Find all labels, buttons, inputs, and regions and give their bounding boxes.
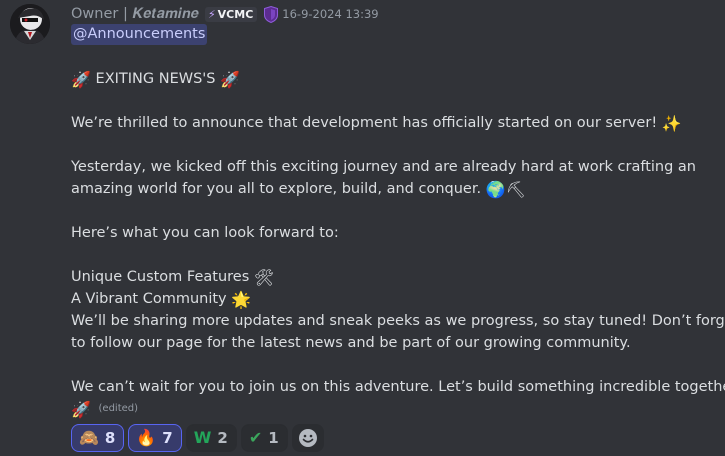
reaction-count: 7 <box>162 429 173 447</box>
message-line: We can’t wait for you to join us on this… <box>71 376 725 398</box>
role-mention[interactable]: @Announcements <box>71 24 208 45</box>
reaction-count: 1 <box>268 429 279 447</box>
message-line: Yesterday, we kicked off this exciting j… <box>71 156 696 178</box>
rocket-icon: 🚀 <box>71 70 91 89</box>
headline: 🚀 EXITING NEWS'S 🚀 <box>71 68 240 90</box>
fire-icon: 🔥 <box>136 428 157 447</box>
add-reaction-button[interactable] <box>291 424 324 452</box>
message-text: Unique Custom Features <box>71 269 250 285</box>
timestamp[interactable]: 16-9-2024 13:39 <box>282 7 378 21</box>
message-line: We’ll be sharing more updates and sneak … <box>71 310 725 332</box>
message-text: A Vibrant Community <box>71 291 227 307</box>
tools-icon: 🛠 <box>253 268 275 287</box>
reaction-fire[interactable]: 🔥 7 <box>128 424 182 452</box>
message-text: We’ll be sharing more updates and sneak … <box>71 313 725 329</box>
reaction-count: 2 <box>217 429 228 447</box>
server-tag[interactable]: ⚡ VCMC <box>204 6 258 22</box>
w-icon: W <box>193 428 212 447</box>
headline-text: EXITING NEWS'S <box>95 71 216 87</box>
server-tag-label: VCMC <box>217 7 254 21</box>
check-icon: ✔ <box>248 428 263 447</box>
star-icon: 🌟 <box>231 290 252 309</box>
monkey-icon: 🙈 <box>79 428 99 447</box>
reaction-w[interactable]: W 2 <box>185 424 237 452</box>
reaction-monkey[interactable]: 🙈 8 <box>71 424 125 452</box>
avatar[interactable] <box>10 4 50 44</box>
message-line: 🚀 (edited) <box>71 398 138 420</box>
message-text: amazing world for you all to explore, bu… <box>71 181 482 197</box>
message-header: Owner | 𝑲𝒆𝒕𝒂𝒎𝒊𝒏𝒆 ⚡ VCMC 16-9-2024 13:39 <box>71 5 379 23</box>
smiley-icon <box>298 429 317 447</box>
reaction-check[interactable]: ✔ 1 <box>240 424 288 452</box>
message-line: Unique Custom Features 🛠 <box>71 266 274 288</box>
rocket-icon: 🚀 <box>71 400 91 419</box>
message-line: to follow our page for the latest news a… <box>71 332 631 354</box>
rocket-icon: 🚀 <box>220 70 240 89</box>
message-line: amazing world for you all to explore, bu… <box>71 178 526 200</box>
message-text: Yesterday, we kicked off this exciting j… <box>71 159 696 175</box>
message-text: Here’s what you can look forward to: <box>71 225 339 241</box>
message-line: Here’s what you can look forward to: <box>71 222 339 244</box>
message-line: We’re thrilled to announce that developm… <box>71 112 682 134</box>
reaction-count: 8 <box>104 429 116 447</box>
message-text: We can’t wait for you to join us on this… <box>71 379 725 395</box>
sparkles-icon: ✨ <box>661 114 682 133</box>
globe-pick-icon: 🌍⛏ <box>485 180 526 199</box>
username[interactable]: Owner | 𝑲𝒆𝒕𝒂𝒎𝒊𝒏𝒆 <box>71 6 199 22</box>
lightning-icon: ⚡ <box>207 7 216 21</box>
message-text: to follow our page for the latest news a… <box>71 335 631 351</box>
edited-label[interactable]: (edited) <box>99 403 139 414</box>
message-line: A Vibrant Community 🌟 <box>71 288 251 310</box>
message-text: We’re thrilled to announce that developm… <box>71 115 658 131</box>
avatar-image <box>10 4 50 44</box>
chat-message: Owner | 𝑲𝒆𝒕𝒂𝒎𝒊𝒏𝒆 ⚡ VCMC 16-9-2024 13:39 … <box>0 0 725 456</box>
reactions-bar: 🙈 8 🔥 7 W 2 ✔ 1 <box>71 424 324 452</box>
shield-badge-icon[interactable] <box>264 5 279 23</box>
